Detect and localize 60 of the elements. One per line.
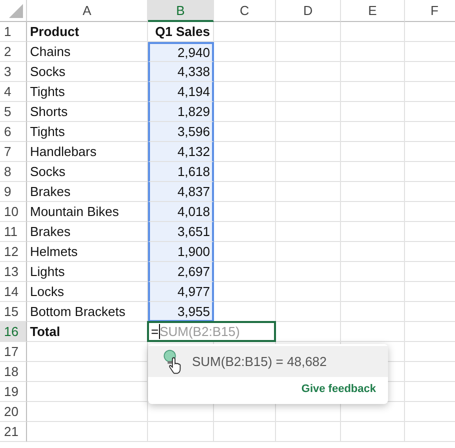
row-header[interactable]: 4 [0,82,27,102]
row-header[interactable]: 16 [0,322,27,342]
table-cell: 1,829 [177,104,210,119]
table-cell: Product [30,24,80,39]
row-header[interactable]: 5 [0,102,27,122]
row-header[interactable]: 12 [0,242,27,262]
table-cell: 2,697 [177,264,210,279]
row-header[interactable]: 20 [0,402,27,422]
table-cell: 3,955 [177,304,210,318]
table-cell: 4,194 [177,84,210,99]
table-cell: Brakes [30,184,70,199]
table-cell: Locks [30,284,64,299]
formula-suggestion[interactable]: SUM(B2:B15) = 48,682 [148,346,388,377]
row-header[interactable]: 18 [0,362,27,382]
row-header[interactable]: 14 [0,282,27,302]
table-cell: 3,651 [177,224,210,239]
row-header[interactable]: 17 [0,342,27,362]
column-header[interactable]: B [148,0,214,22]
table-cell: Socks [30,164,66,179]
row-header[interactable]: 3 [0,62,27,82]
row-header[interactable]: 10 [0,202,27,222]
row-header[interactable]: 2 [0,42,27,62]
table-cell: 1,900 [177,244,210,259]
suggestion-text: SUM(B2:B15) = 48,682 [192,354,327,369]
table-cell: 2,940 [177,45,210,60]
table-cell: 4,338 [177,64,210,79]
table-cell: Brakes [30,224,70,239]
table-cell: Tights [30,84,65,99]
column-header[interactable]: E [341,0,405,22]
table-cell: Socks [30,64,66,79]
formula-input-cell[interactable]: =SUM(B2:B15) [147,321,276,342]
row-header[interactable]: 8 [0,162,27,182]
table-cell: Shorts [30,104,68,119]
table-cell: 4,132 [177,144,210,159]
table-cell: Handlebars [30,144,96,159]
table-cell: Bottom Brackets [30,304,126,319]
table-cell: Lights [30,264,65,279]
row-header[interactable]: 9 [0,182,27,202]
table-cell: Chains [30,44,70,59]
table-cell: Helmets [30,244,78,259]
table-cell: Q1 Sales [155,24,210,39]
table-cell: Mountain Bikes [30,204,119,219]
table-cell: 3,596 [177,124,210,139]
row-header[interactable]: 19 [0,382,27,402]
column-header[interactable]: C [214,0,276,22]
give-feedback-link[interactable]: Give feedback [301,383,376,395]
column-header[interactable]: D [276,0,341,22]
row-header[interactable]: 6 [0,122,27,142]
table-cell: 4,018 [177,204,210,219]
table-cell: Total [30,324,60,339]
table-cell: 4,977 [177,284,210,299]
row-header[interactable]: 21 [0,422,27,442]
row-header[interactable]: 1 [0,22,27,42]
row-header[interactable]: 13 [0,262,27,282]
table-cell: Tights [30,124,65,139]
table-cell: 4,837 [177,184,210,199]
column-header[interactable]: F [405,0,455,22]
row-header[interactable]: 7 [0,142,27,162]
table-cell: 1,618 [177,164,210,179]
row-header[interactable]: 11 [0,222,27,242]
